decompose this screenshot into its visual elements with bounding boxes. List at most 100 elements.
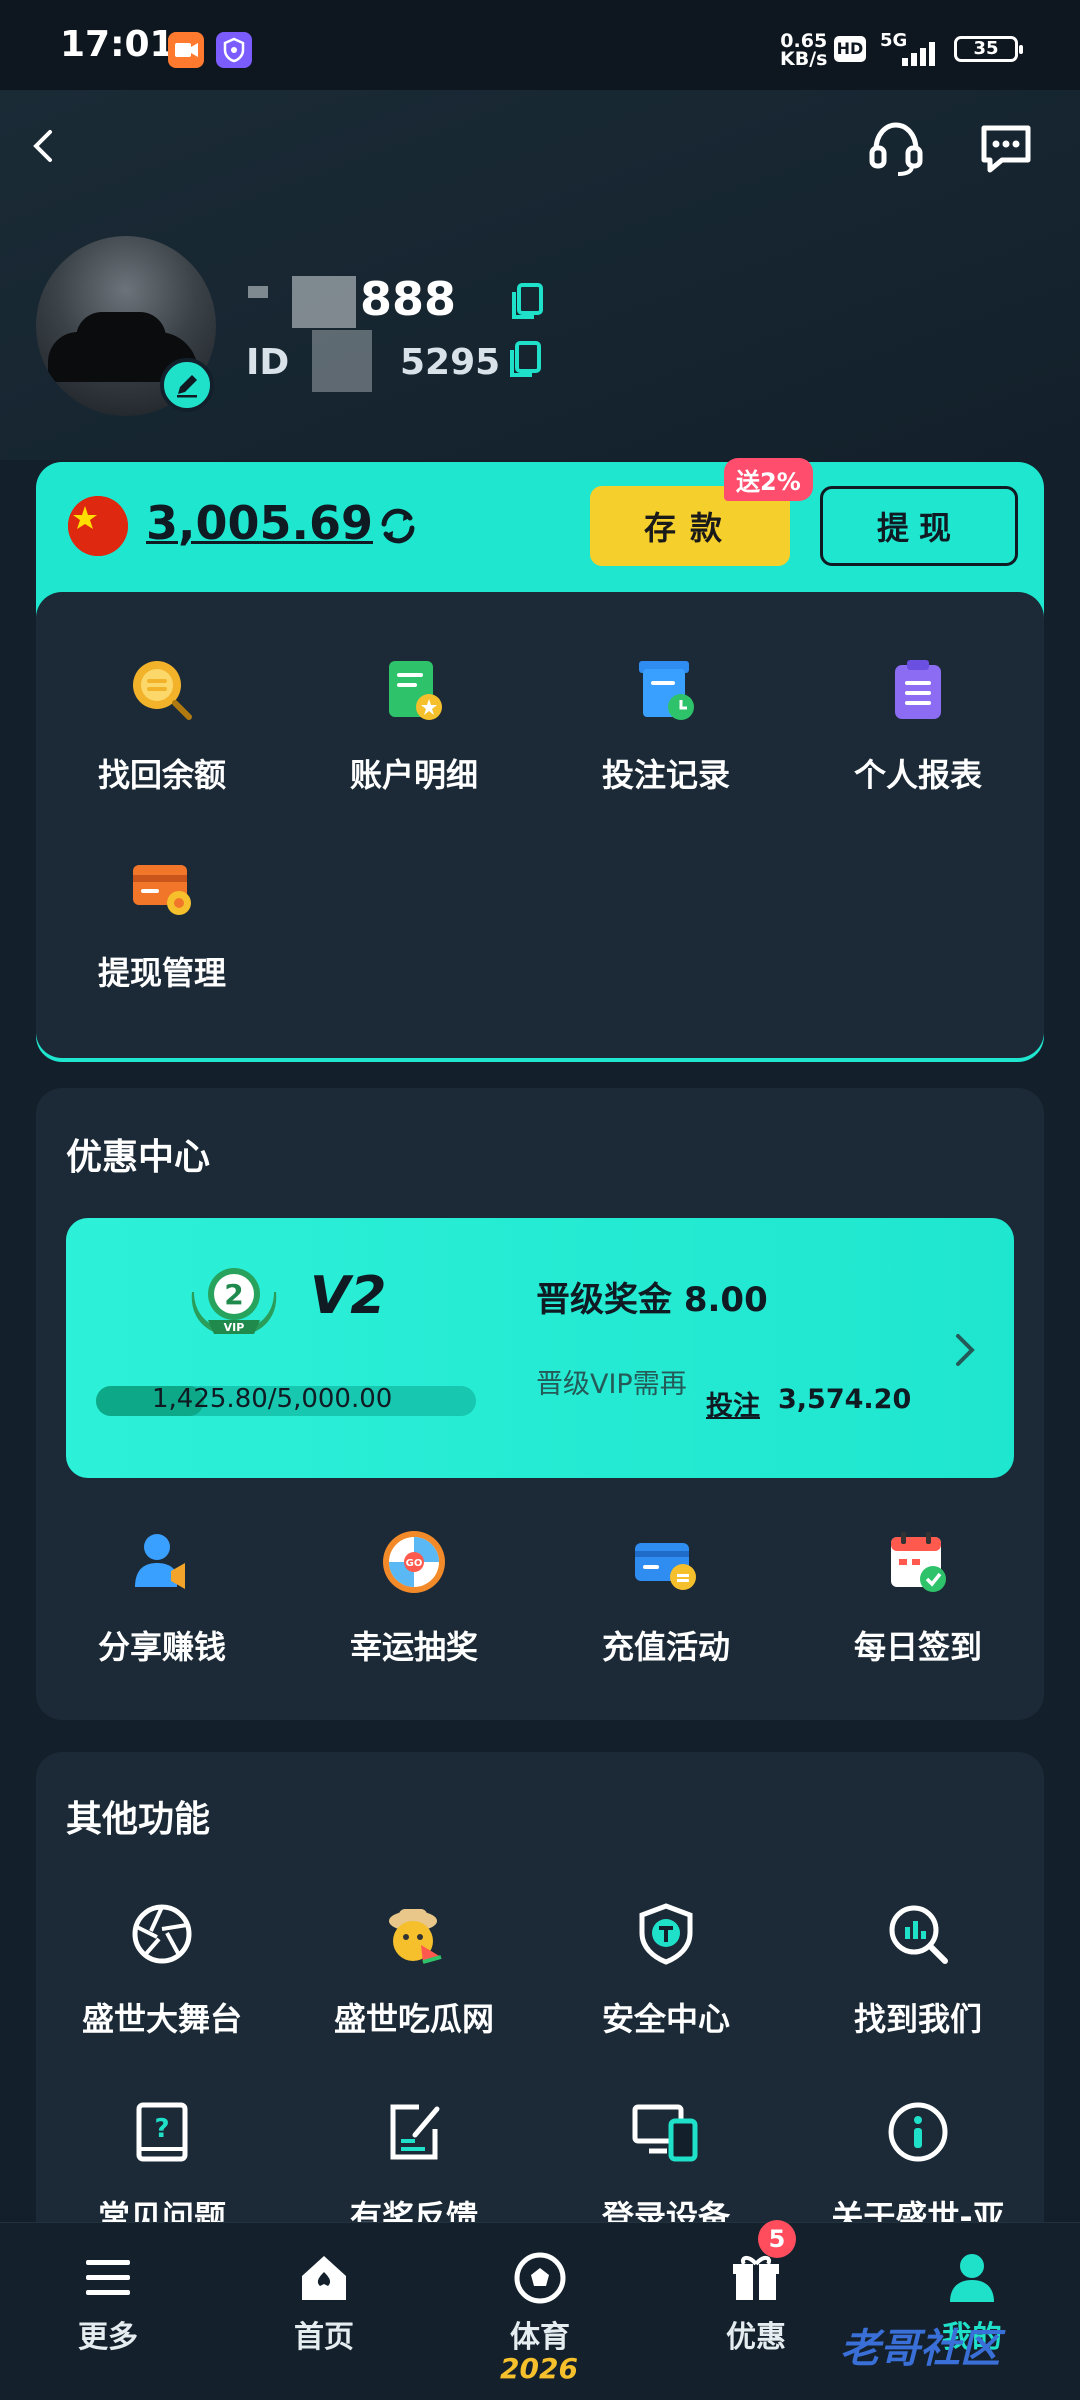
vip-progress-text: 1,425.80/5,000.00	[152, 1384, 393, 1414]
daily-checkin-label: 每日签到	[853, 1628, 982, 1666]
china-flag-icon	[68, 496, 128, 556]
chevron-right-icon	[950, 1330, 980, 1370]
feedback-edit-icon	[376, 2094, 452, 2170]
withdraw-management-label: 提现管理	[97, 954, 226, 992]
nav-home[interactable]: 首页	[234, 2250, 414, 2356]
withdraw-management-item[interactable]: 提现管理	[36, 816, 288, 1006]
bet-records-item[interactable]: 投注记录	[540, 618, 792, 808]
info-icon	[880, 2094, 956, 2170]
personal-report-label: 个人报表	[853, 756, 982, 794]
svg-text:?: ?	[154, 2114, 169, 2144]
user-id-prefix: ID	[246, 342, 290, 383]
balance-amount: 3,005.69	[146, 496, 373, 550]
promotions-count-badge: 5	[758, 2220, 796, 2258]
vip-bet-link[interactable]: 投注	[706, 1384, 760, 1423]
share-earn-item[interactable]: 分享赚钱	[36, 1490, 288, 1680]
melon-site-label: 盛世吃瓜网	[333, 2000, 494, 2038]
melon-face-icon	[376, 1896, 452, 1972]
search-chart-icon	[880, 1896, 956, 1972]
security-center-item[interactable]: 安全中心	[540, 1862, 792, 2052]
nav-home-label: 首页	[294, 2320, 354, 2355]
copy-icon	[512, 283, 543, 319]
status-time: 17:01	[60, 24, 175, 65]
stage-label: 盛世大舞台	[81, 2000, 242, 2038]
daily-checkin-item[interactable]: 每日签到	[792, 1490, 1044, 1680]
signal-icon	[884, 40, 944, 70]
question-book-icon: ?	[124, 2094, 200, 2170]
coin-search-icon	[124, 652, 200, 728]
copy-username-button[interactable]	[510, 282, 546, 326]
copy-uid-button[interactable]	[508, 340, 544, 384]
recharge-event-item[interactable]: 充值活动	[540, 1490, 792, 1680]
bet-records-label: 投注记录	[601, 756, 730, 794]
vip-bet-amount: 3,574.20	[778, 1384, 912, 1415]
pencil-icon	[177, 375, 197, 398]
shield-icon	[628, 1896, 704, 1972]
nav-sports-label: 体育	[510, 2320, 570, 2355]
video-recorder-icon	[168, 32, 204, 68]
stage-item[interactable]: 盛世大舞台	[36, 1862, 288, 2052]
nav-sports[interactable]: 体育	[450, 2250, 630, 2356]
user-icon	[950, 2254, 994, 2302]
vpn-shield-icon	[216, 32, 252, 68]
chevron-left-icon	[33, 130, 52, 162]
refresh-icon	[381, 508, 415, 544]
svg-text:GO: GO	[406, 1558, 423, 1569]
home-icon	[302, 2256, 346, 2300]
other-functions-title: 其他功能	[66, 1799, 211, 1840]
ledger-icon	[376, 652, 452, 728]
recover-balance-item[interactable]: 找回余额	[36, 618, 288, 808]
redacted-mask	[292, 276, 356, 328]
net-speed: 0.65 KB/s	[780, 30, 828, 70]
account-details-label: 账户明细	[349, 756, 478, 794]
vip-badge-icon: 2 VIP	[186, 1262, 282, 1342]
copy-icon	[510, 341, 541, 377]
lucky-draw-item[interactable]: GO 幸运抽奖	[288, 1490, 540, 1680]
redacted-mask	[312, 330, 372, 392]
user-id: 5295	[400, 342, 501, 383]
hd-badge: HD	[834, 36, 866, 62]
chat-bubble-icon	[981, 125, 1031, 173]
messages-button[interactable]	[966, 108, 1046, 188]
melon-site-item[interactable]: 盛世吃瓜网	[288, 1862, 540, 2052]
status-bar: 17:01 0.65 KB/s HD 5G 35	[0, 0, 1080, 90]
redacted-mask	[248, 286, 268, 298]
vip-requirement-label: 晋级VIP需再	[536, 1369, 687, 1400]
deposit-bonus-badge: 送2%	[724, 458, 813, 501]
back-button[interactable]	[4, 106, 84, 186]
personal-report-item[interactable]: 个人报表	[792, 618, 1044, 808]
battery-indicator: 35	[954, 36, 1023, 62]
svg-text:2: 2	[224, 1278, 243, 1311]
year-decoration: 2026	[500, 2352, 578, 2385]
svg-text:VIP: VIP	[224, 1321, 245, 1334]
nav-promotions[interactable]: 优惠	[666, 2250, 846, 2356]
lucky-draw-label: 幸运抽奖	[349, 1628, 478, 1666]
nav-more[interactable]: 更多	[18, 2250, 198, 2356]
clipboard-icon	[880, 652, 956, 728]
recharge-event-label: 充值活动	[601, 1628, 730, 1666]
recover-balance-label: 找回余额	[97, 756, 226, 794]
vip-upgrade-bonus: 晋级奖金 8.00	[536, 1280, 768, 1320]
recharge-card-icon	[628, 1524, 704, 1600]
headset-icon	[869, 122, 923, 176]
menu-icon	[86, 2260, 130, 2295]
edit-profile-button[interactable]	[160, 358, 214, 412]
customer-service-button[interactable]	[856, 108, 936, 188]
share-user-icon	[124, 1524, 200, 1600]
account-details-item[interactable]: 账户明细	[288, 618, 540, 808]
security-center-label: 安全中心	[601, 2000, 730, 2038]
football-icon	[514, 2252, 566, 2304]
nav-promotions-label: 优惠	[726, 2320, 786, 2355]
username: 888	[360, 272, 457, 326]
find-us-item[interactable]: 找到我们	[792, 1862, 1044, 2052]
card-gear-icon	[124, 850, 200, 926]
gift-icon	[733, 2256, 779, 2300]
nav-more-label: 更多	[78, 2320, 138, 2355]
devices-icon	[628, 2094, 704, 2170]
vip-progress-card[interactable]	[66, 1218, 1014, 1478]
refresh-balance-button[interactable]	[374, 502, 422, 554]
find-us-label: 找到我们	[853, 2000, 982, 2038]
lucky-wheel-icon: GO	[376, 1524, 452, 1600]
watermark: 老哥社区	[840, 2326, 1000, 2372]
withdraw-button[interactable]: 提现	[820, 486, 1018, 566]
